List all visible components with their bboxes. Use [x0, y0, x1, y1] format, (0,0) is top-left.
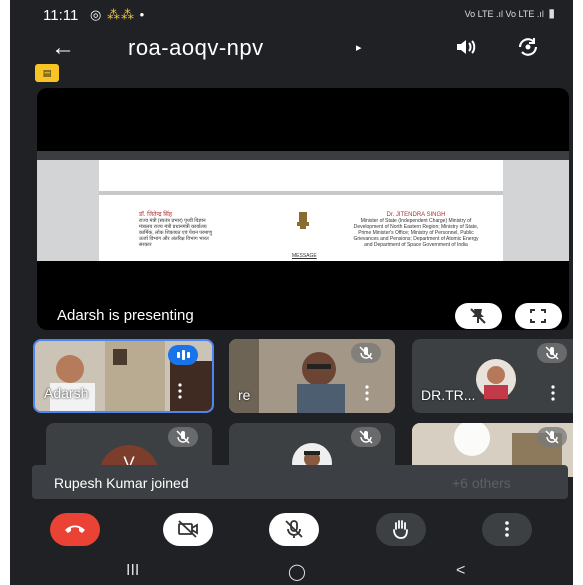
speaker-icon[interactable] — [454, 36, 478, 58]
participant-tile-dr-tr[interactable]: DR.TR... — [412, 339, 573, 413]
more-notifications-dot: • — [139, 7, 146, 22]
toast-ghost-text: +6 others — [452, 475, 511, 491]
fullscreen-button[interactable] — [515, 303, 562, 329]
national-emblem-icon — [297, 212, 309, 229]
mic-off-icon — [285, 520, 303, 538]
app-notification-icon: ⁂⁂ — [106, 7, 135, 22]
participant-tile-re[interactable]: re — [229, 339, 395, 413]
presentation-view[interactable]: डॉ. जितेन्द्र सिंह राज्य मंत्री (स्वतंत्… — [37, 88, 569, 330]
phone-screen: 11:11 ◎ ⁂⁂ • Vo LTE .ıl Vo LTE .ıl ▮ ← r… — [10, 0, 573, 585]
call-end-icon — [65, 525, 85, 533]
more-vert-icon[interactable] — [365, 385, 369, 401]
more-options-button[interactable] — [482, 513, 532, 546]
letterhead-english-body: Minister of State (Independent Charge) M… — [353, 218, 479, 248]
battery-icon: ▮ — [548, 6, 555, 20]
participant-tile-adarsh[interactable]: Adarsh — [33, 339, 214, 413]
participant-name: Adarsh — [44, 385, 89, 401]
join-toast: Rupesh Kumar joined +6 others — [32, 465, 568, 499]
flip-camera-icon[interactable] — [515, 36, 541, 58]
camera-toggle-button[interactable] — [163, 513, 213, 546]
more-vert-icon[interactable] — [178, 383, 182, 399]
notification-icons: ◎ ⁂⁂ • — [90, 7, 145, 23]
mic-off-indicator-icon — [168, 427, 198, 447]
recents-button[interactable]: III — [126, 562, 139, 580]
back-arrow-icon[interactable]: ← — [51, 34, 75, 62]
status-bar: 11:11 ◎ ⁂⁂ • Vo LTE .ıl Vo LTE .ıl ▮ — [10, 0, 573, 30]
mic-off-indicator-icon — [537, 427, 567, 447]
status-time: 11:11 — [43, 7, 79, 24]
captions-icon[interactable]: ▤ — [35, 64, 59, 82]
speaking-indicator-icon — [168, 345, 198, 365]
document-toolbar — [37, 151, 569, 160]
nav-back-button[interactable]: < — [456, 562, 465, 580]
raise-hand-button[interactable] — [376, 513, 426, 546]
letterhead-hindi-body: राज्य मंत्री (स्वतंत्र प्रभार) पृथ्वी वि… — [139, 218, 213, 248]
unpin-button[interactable] — [455, 303, 502, 329]
participant-name: re — [238, 387, 251, 403]
participant-name: DR.TR... — [421, 387, 476, 403]
meeting-code[interactable]: roa-aoqv-npv — [128, 35, 264, 61]
mic-off-indicator-icon — [351, 427, 381, 447]
fullscreen-icon — [530, 309, 546, 323]
mic-off-indicator-icon — [351, 343, 381, 363]
mic-toggle-button[interactable] — [269, 513, 319, 546]
document-message-heading: MESSAGE — [292, 253, 317, 259]
whatsapp-icon: ◎ — [90, 7, 103, 22]
end-call-button[interactable] — [50, 513, 100, 546]
pin-off-icon — [470, 308, 486, 324]
home-button[interactable]: ◯ — [288, 562, 306, 582]
letterhead-hindi: डॉ. जितेन्द्र सिंह राज्य मंत्री (स्वतंत्… — [139, 212, 219, 248]
letterhead-english: Dr. JITENDRA SINGH Minister of State (In… — [352, 212, 480, 248]
toast-text: Rupesh Kumar joined — [54, 475, 189, 491]
camera-off-icon — [178, 520, 198, 538]
more-vert-icon[interactable] — [551, 385, 555, 401]
mic-off-indicator-icon — [537, 343, 567, 363]
more-vert-icon — [505, 521, 509, 537]
network-indicator: Vo LTE .ıl Vo LTE .ıl ▮ — [465, 6, 555, 20]
meeting-header: ← roa-aoqv-npv ▸ — [10, 30, 573, 66]
meeting-details-caret-icon[interactable]: ▸ — [356, 41, 362, 54]
network-text: Vo LTE .ıl Vo LTE .ıl — [464, 9, 544, 19]
presenting-label: Adarsh is presenting — [57, 307, 194, 324]
raise-hand-icon — [393, 520, 408, 539]
document-divider — [99, 191, 503, 195]
android-nav-bar: III ◯ < — [10, 555, 573, 585]
